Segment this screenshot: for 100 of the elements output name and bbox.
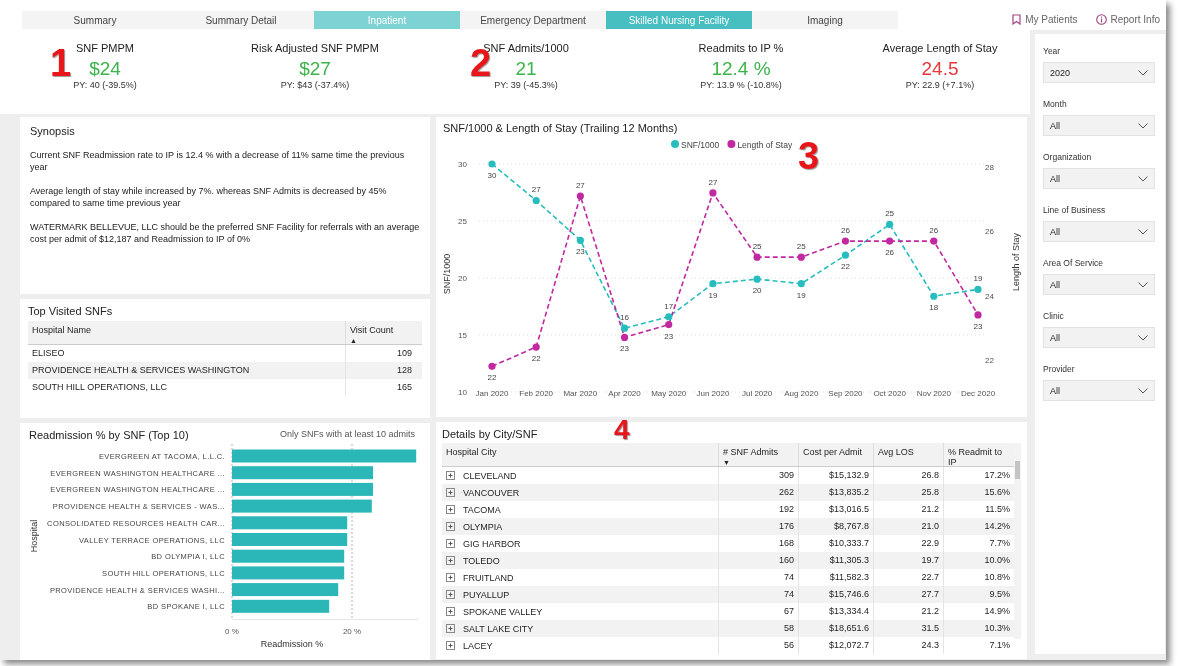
table-cell-text: 17.2% bbox=[983, 469, 1011, 482]
point bbox=[576, 192, 584, 200]
filter-label: Organization bbox=[1043, 152, 1093, 162]
axis-tick-label: 25 bbox=[458, 217, 467, 226]
table-cell-text: 14.9% bbox=[983, 605, 1011, 618]
paragraph: Average length of stay while increased by 7%. whereas SNF Admits is decreased by 45% compared to same time previous year bbox=[30, 185, 388, 209]
expand-icon[interactable] bbox=[446, 539, 455, 548]
point bbox=[576, 236, 584, 244]
expand-icon[interactable] bbox=[446, 607, 455, 616]
expand-icon[interactable] bbox=[446, 556, 455, 565]
table-cell: 21.0 bbox=[874, 518, 944, 535]
table-header-cell[interactable]: Cost per Admit bbox=[799, 443, 874, 466]
axis-tick-label: Mar 2020 bbox=[563, 389, 598, 398]
filter-label: Year bbox=[1043, 46, 1062, 56]
kpi-value: $24 bbox=[89, 58, 121, 80]
chevron-icon bbox=[1138, 228, 1148, 235]
table-cell-text: 7.1% bbox=[988, 639, 1011, 652]
table-cell-text: 11.5% bbox=[984, 503, 1011, 516]
table-header-cell[interactable]: % Readmit to IP bbox=[944, 443, 1014, 466]
dropdown[interactable]: All bbox=[1043, 115, 1155, 136]
axis-tick-label: Jan 2020 bbox=[475, 389, 509, 398]
tab[interactable]: Emergency Department bbox=[460, 11, 606, 29]
table-header-cell[interactable]: Hospital City bbox=[442, 443, 719, 466]
annotation-number: 3 bbox=[798, 137, 820, 175]
expand-icon[interactable] bbox=[446, 522, 455, 531]
scrollbar[interactable] bbox=[1014, 443, 1021, 639]
point bbox=[532, 343, 540, 351]
table-header-cell[interactable]: Hospital Name bbox=[28, 321, 346, 344]
axis-tick-label: Aug 2020 bbox=[784, 389, 819, 398]
axis-tick-label: Apr 2020 bbox=[608, 389, 641, 398]
table-cell: 27.7 bbox=[874, 586, 944, 603]
panel-title: Readmission % by SNF (Top 10) bbox=[29, 429, 189, 441]
link[interactable]: Report Info bbox=[1110, 14, 1160, 25]
data-label: 19 bbox=[973, 274, 983, 284]
data-label: 19 bbox=[796, 290, 806, 300]
dropdown[interactable]: All bbox=[1043, 380, 1155, 401]
table-cell: SOUTH HILL OPERATIONS, LLC bbox=[28, 379, 346, 396]
dropdown[interactable]: All bbox=[1043, 327, 1155, 348]
tab[interactable]: Imaging bbox=[752, 11, 898, 29]
dropdown[interactable]: All bbox=[1043, 274, 1155, 295]
legend-label: SNF/1000 bbox=[681, 139, 720, 150]
axis-tick-label: Jul 2020 bbox=[741, 389, 773, 398]
data-label: 22 bbox=[487, 373, 497, 383]
annotation-number: 1 bbox=[50, 44, 72, 82]
expand-icon[interactable] bbox=[446, 488, 455, 497]
axis-tick-label: 22 bbox=[985, 355, 994, 365]
table-cell: TACOMA bbox=[463, 504, 501, 515]
axis-tick-label: May 2020 bbox=[651, 389, 687, 398]
panel-title: SNF/1000 & Length of Stay (Trailing 12 Months) bbox=[442, 122, 678, 134]
axis-title: Hospital bbox=[29, 519, 39, 553]
point bbox=[709, 189, 717, 197]
table-cell: PUYALLUP bbox=[463, 589, 510, 600]
data-label: 18 bbox=[929, 303, 939, 313]
table-cell: TOLEDO bbox=[463, 555, 500, 566]
data-label: 23 bbox=[664, 331, 674, 341]
tab[interactable]: Summary bbox=[22, 11, 168, 29]
data-label: 23 bbox=[620, 344, 629, 354]
table-cell-text: 109 bbox=[395, 347, 413, 360]
kpi-title: Average Length of Stay bbox=[882, 42, 998, 54]
table-cell: 56 bbox=[719, 637, 799, 654]
point bbox=[488, 362, 496, 370]
axis-tick-label: 28 bbox=[985, 163, 994, 173]
table-cell: 58 bbox=[719, 620, 799, 637]
axis-tick-label: 26 bbox=[985, 227, 994, 237]
table-header-cell[interactable]: Avg LOS bbox=[874, 443, 944, 466]
panel-title: Details by City/SNF bbox=[442, 428, 538, 440]
table-cell: SPOKANE VALLEY bbox=[463, 606, 543, 617]
chevron-icon bbox=[1138, 122, 1148, 129]
dropdown[interactable]: All bbox=[1043, 221, 1155, 242]
table-cell: $15,746.6 bbox=[799, 586, 874, 603]
dropdown[interactable]: All bbox=[1043, 168, 1155, 189]
expand-icon[interactable] bbox=[446, 641, 455, 650]
kpi-value: 12.4 % bbox=[711, 58, 771, 80]
link[interactable]: My Patients bbox=[1025, 14, 1078, 25]
table-cell: CLEVELAND bbox=[463, 470, 517, 481]
point bbox=[753, 275, 761, 283]
expand-icon[interactable] bbox=[446, 471, 455, 480]
data-label: 19 bbox=[708, 290, 718, 300]
table-cell: $11,305.3 bbox=[799, 552, 874, 569]
dropdown[interactable]: 2020 bbox=[1043, 62, 1155, 83]
kpi-prior-text: PY: $43 (-37.4%) bbox=[280, 80, 350, 90]
legend-item: SNF/1000 bbox=[671, 139, 720, 150]
data-label: 27 bbox=[575, 181, 585, 191]
table-cell: SALT LAKE CITY bbox=[463, 623, 534, 634]
table-cell: $8,767.8 bbox=[799, 518, 874, 535]
kpi-prior-text: PY: 40 (-39.5%) bbox=[73, 80, 137, 90]
table-cell: 19.7 bbox=[874, 552, 944, 569]
chevron-icon bbox=[1138, 175, 1148, 182]
point bbox=[886, 237, 894, 245]
expand-icon[interactable] bbox=[446, 590, 455, 599]
axis-tick-label: 10 bbox=[458, 388, 467, 397]
chevron-icon bbox=[1138, 69, 1148, 76]
tab[interactable]: Summary Detail bbox=[168, 11, 314, 29]
data-label: 26 bbox=[929, 226, 939, 236]
data-label: 22 bbox=[841, 262, 850, 272]
axis-tick-label: 0 % bbox=[225, 627, 239, 636]
axis-tick-label: Nov 2020 bbox=[916, 389, 951, 398]
expand-icon[interactable] bbox=[446, 573, 455, 582]
expand-icon[interactable] bbox=[446, 505, 455, 514]
expand-icon[interactable] bbox=[446, 624, 455, 633]
